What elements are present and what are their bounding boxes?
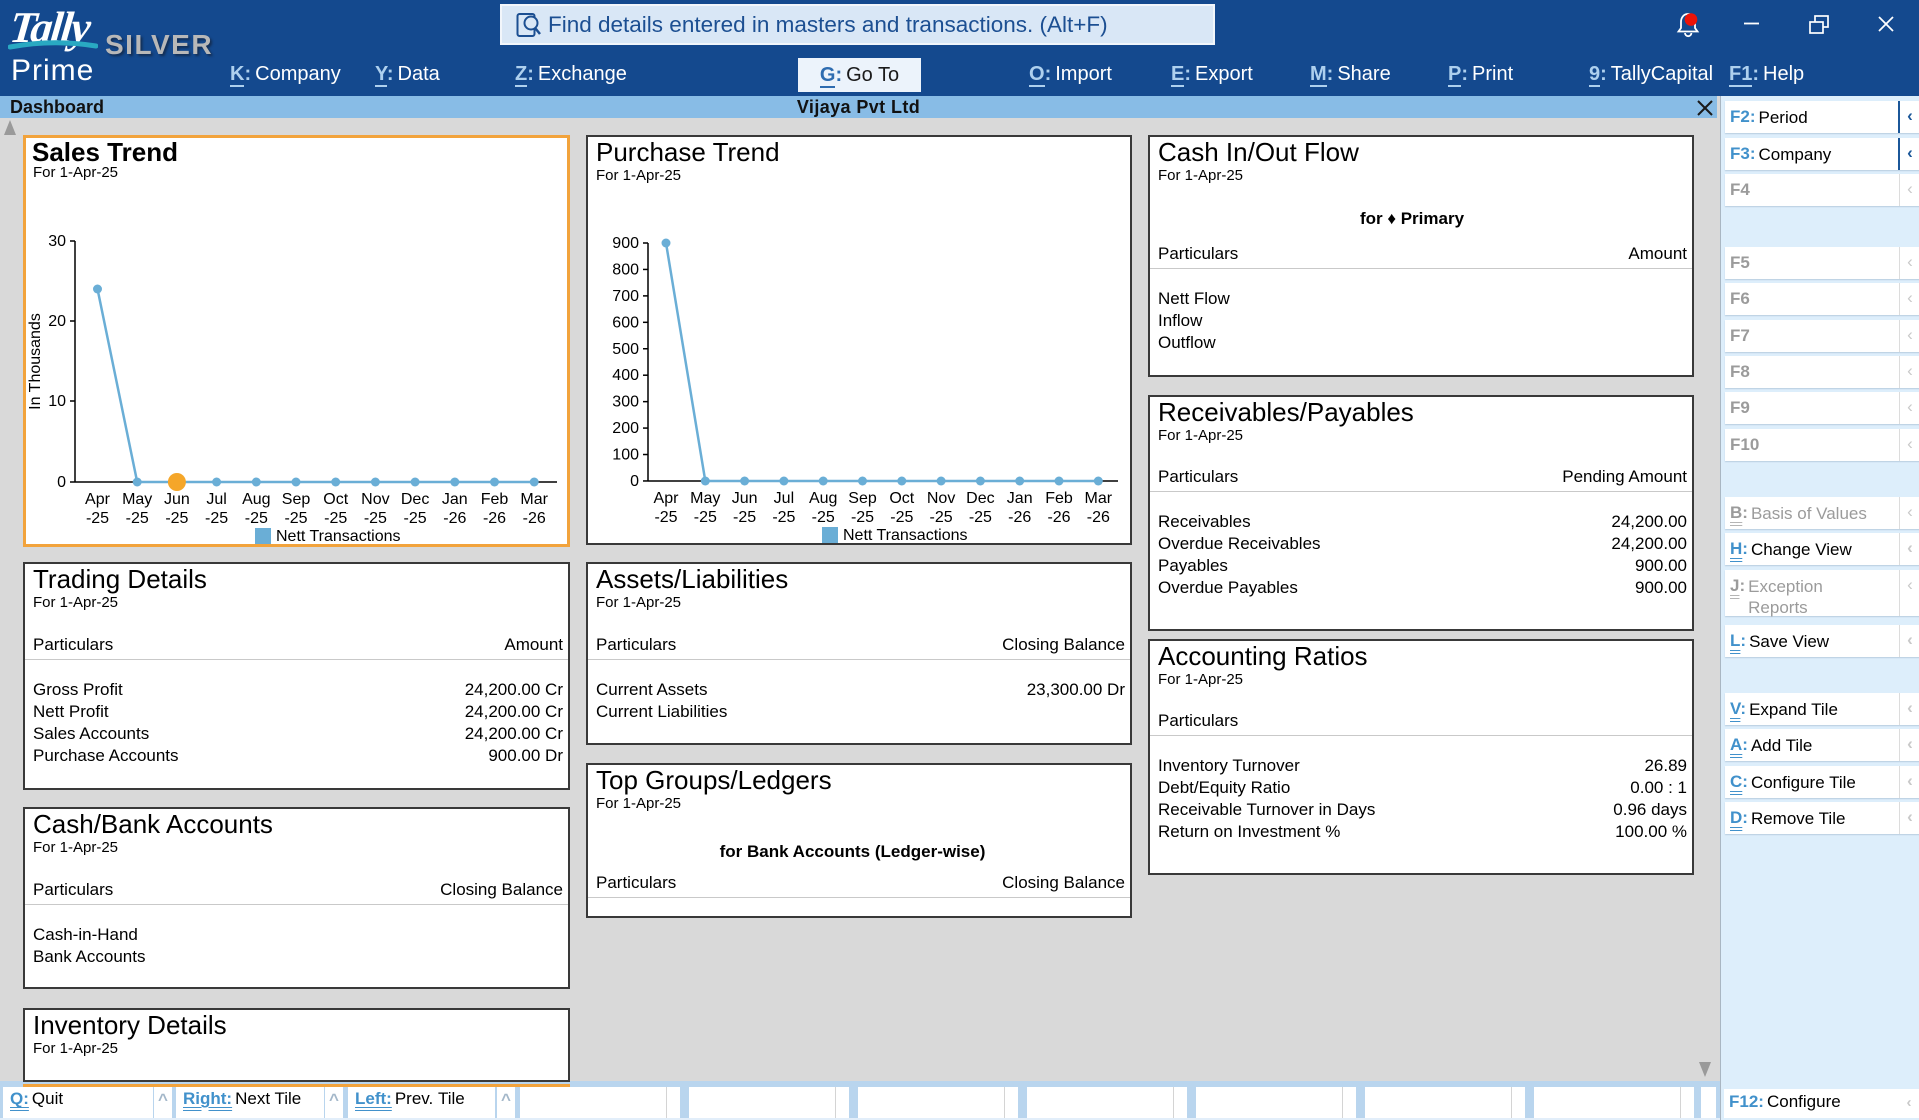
svg-text:-25: -25 bbox=[284, 510, 307, 527]
svg-text:-26: -26 bbox=[1047, 509, 1070, 526]
svg-text:-25: -25 bbox=[654, 509, 677, 526]
svg-text:-25: -25 bbox=[772, 509, 795, 526]
svg-text:Apr: Apr bbox=[654, 490, 680, 507]
svg-text:10: 10 bbox=[48, 393, 66, 410]
svg-text:Mar: Mar bbox=[520, 491, 548, 508]
svg-text:900: 900 bbox=[612, 235, 639, 252]
svg-text:200: 200 bbox=[612, 420, 639, 437]
svg-text:Nov: Nov bbox=[927, 490, 955, 507]
svg-text:-26: -26 bbox=[483, 510, 506, 527]
svg-text:Jan: Jan bbox=[1007, 490, 1033, 507]
svg-text:Aug: Aug bbox=[242, 491, 270, 508]
svg-text:-25: -25 bbox=[694, 509, 717, 526]
svg-text:Nett Transactions: Nett Transactions bbox=[843, 527, 968, 543]
svg-text:-26: -26 bbox=[523, 510, 546, 527]
svg-text:-25: -25 bbox=[165, 510, 188, 527]
svg-text:-25: -25 bbox=[126, 510, 149, 527]
svg-text:0: 0 bbox=[630, 473, 639, 490]
svg-text:-25: -25 bbox=[324, 510, 347, 527]
svg-text:Apr: Apr bbox=[85, 491, 111, 508]
svg-text:Oct: Oct bbox=[889, 490, 914, 507]
svg-text:-26: -26 bbox=[443, 510, 466, 527]
svg-text:-26: -26 bbox=[1008, 509, 1031, 526]
svg-text:Dec: Dec bbox=[966, 490, 994, 507]
svg-text:-25: -25 bbox=[969, 509, 992, 526]
svg-text:Oct: Oct bbox=[323, 491, 348, 508]
svg-text:300: 300 bbox=[612, 394, 639, 411]
svg-text:Jun: Jun bbox=[164, 491, 190, 508]
svg-text:-25: -25 bbox=[930, 509, 953, 526]
svg-text:Jan: Jan bbox=[442, 491, 468, 508]
svg-text:-25: -25 bbox=[205, 510, 228, 527]
svg-text:May: May bbox=[690, 490, 720, 507]
svg-text:Nett Transactions: Nett Transactions bbox=[276, 528, 401, 544]
svg-text:-25: -25 bbox=[86, 510, 109, 527]
svg-text:Jun: Jun bbox=[732, 490, 758, 507]
svg-text:600: 600 bbox=[612, 314, 639, 331]
svg-text:800: 800 bbox=[612, 261, 639, 278]
svg-text:-25: -25 bbox=[404, 510, 427, 527]
svg-text:Jul: Jul bbox=[774, 490, 794, 507]
svg-text:-25: -25 bbox=[812, 509, 835, 526]
svg-text:-26: -26 bbox=[1087, 509, 1110, 526]
svg-text:-25: -25 bbox=[851, 509, 874, 526]
svg-text:In Thousands: In Thousands bbox=[27, 313, 44, 410]
svg-text:Sep: Sep bbox=[282, 491, 311, 508]
svg-text:400: 400 bbox=[612, 367, 639, 384]
svg-text:500: 500 bbox=[612, 341, 639, 358]
svg-text:-25: -25 bbox=[245, 510, 268, 527]
svg-text:May: May bbox=[122, 491, 152, 508]
svg-text:700: 700 bbox=[612, 288, 639, 305]
svg-text:Feb: Feb bbox=[481, 491, 509, 508]
svg-text:100: 100 bbox=[612, 447, 639, 464]
svg-text:Jul: Jul bbox=[206, 491, 226, 508]
svg-text:Aug: Aug bbox=[809, 490, 837, 507]
svg-text:Dec: Dec bbox=[401, 491, 429, 508]
svg-text:30: 30 bbox=[48, 233, 66, 250]
svg-text:Feb: Feb bbox=[1045, 490, 1073, 507]
svg-text:-25: -25 bbox=[890, 509, 913, 526]
svg-text:-25: -25 bbox=[364, 510, 387, 527]
svg-text:0: 0 bbox=[57, 474, 66, 491]
svg-text:Mar: Mar bbox=[1085, 490, 1113, 507]
svg-text:Sep: Sep bbox=[848, 490, 877, 507]
svg-text:Nov: Nov bbox=[361, 491, 389, 508]
svg-text:-25: -25 bbox=[733, 509, 756, 526]
svg-text:20: 20 bbox=[48, 313, 66, 330]
